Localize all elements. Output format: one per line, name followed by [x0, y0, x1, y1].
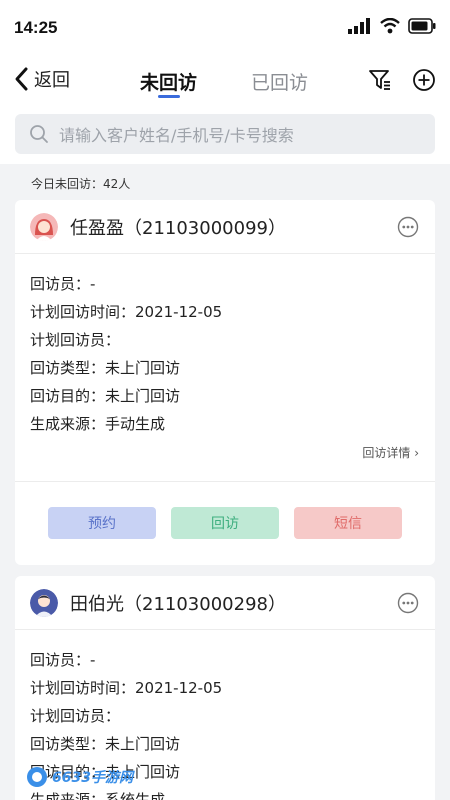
planned-time-row: 计划回访时间：2021-12-05 [30, 303, 223, 321]
active-tab-indicator [158, 95, 180, 98]
customer-name: 田伯光（21103000298） [70, 593, 286, 615]
source-row: 生成来源：手动生成 [30, 415, 166, 433]
visit-type-row: 回访类型：未上门回访 [30, 359, 181, 377]
visit-purpose-row: 回访目的：未上门回访 [30, 387, 181, 405]
watermark-logo-icon [27, 767, 47, 787]
card-details: 回访员：- 计划回访时间：2021-12-05 计划回访员： 回访类型：未上门回… [15, 254, 435, 438]
chevron-left-icon [15, 67, 28, 91]
back-label: 返回 [34, 70, 70, 91]
search-bar: 请输入客户姓名/手机号/卡号搜索 [0, 104, 450, 164]
wifi-icon [380, 18, 400, 34]
sms-button[interactable]: 短信 [294, 507, 402, 539]
status-time: 14:25 [14, 18, 58, 37]
search-placeholder: 请输入客户姓名/手机号/卡号搜索 [59, 126, 294, 145]
visit-type-row: 回访类型：未上门回访 [30, 735, 181, 753]
visit-card[interactable]: 任盈盈（21103000099） 回访员：- 计划回访时间：2021-12-05… [15, 200, 435, 565]
visit-button[interactable]: 回访 [171, 507, 279, 539]
avatar-female [30, 212, 58, 241]
unvisited-count: 今日未回访：42人 [31, 177, 131, 191]
customer-name: 任盈盈（21103000099） [70, 217, 286, 239]
nav-bar: 返回 未回访 已回访 [0, 58, 450, 104]
visit-detail-link[interactable]: 回访详情 › [362, 444, 419, 461]
tab-visited[interactable]: 已回访 [251, 68, 308, 95]
book-button[interactable]: 预约 [48, 507, 156, 539]
back-button[interactable]: 返回 [14, 66, 70, 92]
search-icon [30, 125, 48, 143]
planned-visitor-row: 计划回访员： [30, 331, 121, 349]
card-actions: 预约 回访 短信 [15, 481, 435, 565]
planned-time-row: 计划回访时间：2021-12-05 [30, 679, 223, 697]
status-icons [348, 18, 436, 34]
more-icon[interactable] [397, 592, 419, 614]
card-header: 田伯光（21103000298） [15, 576, 435, 630]
avatar-male [30, 588, 58, 617]
status-bar: 14:25 [0, 0, 450, 58]
source-row: 生成来源：系统生成 [30, 791, 166, 800]
planned-visitor-row: 计划回访员： [30, 707, 121, 725]
search-input[interactable]: 请输入客户姓名/手机号/卡号搜索 [15, 114, 435, 154]
watermark-text: 6633手游网 [52, 770, 133, 786]
tab-unvisited[interactable]: 未回访 [140, 68, 197, 95]
more-icon[interactable] [397, 216, 419, 238]
add-circle-icon[interactable] [412, 68, 436, 92]
visitor-row: 回访员：- [30, 275, 96, 293]
card-header: 任盈盈（21103000099） [15, 200, 435, 254]
filter-icon[interactable] [368, 68, 392, 92]
visitor-row: 回访员：- [30, 651, 96, 669]
battery-icon [408, 18, 436, 34]
signal-icon [348, 18, 370, 34]
site-watermark: 6633手游网 [26, 766, 133, 788]
